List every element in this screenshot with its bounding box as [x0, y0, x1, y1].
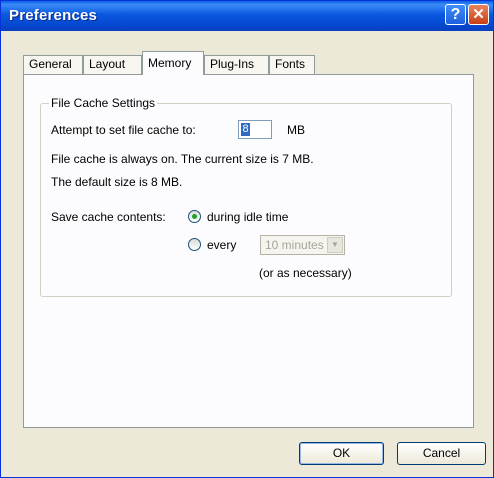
- close-icon: ✕: [472, 6, 485, 23]
- cache-size-value: 8: [241, 123, 250, 136]
- attempt-label: Attempt to set file cache to:: [51, 123, 196, 137]
- as-necessary-text: (or as necessary): [259, 266, 352, 280]
- interval-value: 10 minutes: [265, 238, 324, 252]
- cache-size-input[interactable]: 8: [238, 120, 272, 139]
- default-size-text: The default size is 8 MB.: [51, 175, 183, 189]
- title-bar[interactable]: Preferences ? ✕: [1, 1, 493, 31]
- radio-every[interactable]: [188, 238, 201, 251]
- tab-fonts[interactable]: Fonts: [269, 55, 315, 74]
- tab-memory[interactable]: Memory: [142, 51, 204, 75]
- interval-dropdown[interactable]: 10 minutes ▼: [260, 235, 345, 255]
- memory-tab-panel: File Cache Settings Attempt to set file …: [23, 74, 474, 428]
- ok-button[interactable]: OK: [299, 442, 384, 465]
- cache-size-unit: MB: [287, 123, 305, 137]
- tab-general[interactable]: General: [23, 55, 83, 74]
- help-button[interactable]: ?: [445, 4, 466, 25]
- file-cache-settings-group: File Cache Settings Attempt to set file …: [40, 96, 452, 297]
- option-idle-label[interactable]: during idle time: [207, 210, 288, 224]
- cache-always-on-text: File cache is always on. The current siz…: [51, 152, 314, 166]
- save-cache-label: Save cache contents:: [51, 210, 166, 224]
- option-every-label[interactable]: every: [207, 238, 236, 252]
- chevron-down-icon[interactable]: ▼: [327, 237, 343, 253]
- help-icon: ?: [450, 6, 461, 23]
- tab-plug-ins[interactable]: Plug-Ins: [204, 55, 269, 74]
- cancel-button[interactable]: Cancel: [397, 442, 486, 465]
- preferences-dialog: Preferences ? ✕ General Layout Memory Pl…: [0, 0, 494, 478]
- tab-layout[interactable]: Layout: [83, 55, 142, 74]
- group-title: File Cache Settings: [49, 96, 158, 110]
- close-button[interactable]: ✕: [468, 4, 489, 25]
- window-title: Preferences: [9, 7, 98, 24]
- radio-selected-dot: [192, 214, 197, 219]
- radio-during-idle[interactable]: [188, 210, 201, 223]
